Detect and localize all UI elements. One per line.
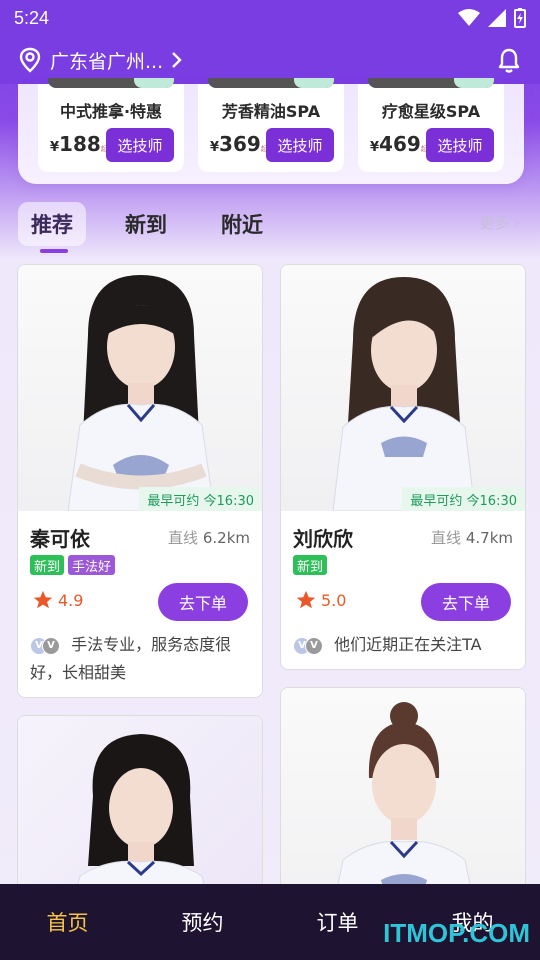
bell-icon[interactable] bbox=[496, 46, 522, 74]
service-item[interactable]: 中式推拿·特惠 ¥188起 选技师 bbox=[38, 78, 184, 172]
distance: 直线 6.2km bbox=[168, 529, 250, 547]
nav-booking[interactable]: 预约 bbox=[135, 907, 270, 937]
tab-nearby[interactable]: 附近 bbox=[208, 202, 276, 246]
service-price: ¥469起 bbox=[370, 132, 428, 156]
header: 广东省广州... bbox=[0, 36, 540, 84]
more-label: 更多 bbox=[479, 214, 510, 232]
location-selector[interactable]: 广东省广州... bbox=[18, 47, 183, 74]
more-link[interactable]: 更多 › bbox=[479, 212, 520, 233]
service-item[interactable]: 疗愈星级SPA ¥469起 选技师 bbox=[358, 78, 504, 172]
therapist-card[interactable]: 最早可约 今16:30 秦可依 直线 6.2km 新到 手法好 4.9 去下单 … bbox=[17, 264, 263, 698]
reviewer-avatars: VV bbox=[293, 636, 323, 655]
star-icon bbox=[296, 590, 316, 609]
review-snippet: VV 他们近期正在关注TA bbox=[293, 631, 515, 659]
order-button[interactable]: 去下单 bbox=[158, 583, 248, 621]
status-time: 5:24 bbox=[14, 7, 50, 28]
therapist-name: 刘欣欣 bbox=[293, 527, 353, 551]
star-icon bbox=[33, 590, 53, 609]
service-name: 中式推拿·特惠 bbox=[59, 102, 163, 121]
service-name: 芳香精油SPA bbox=[221, 102, 321, 121]
earliest-available-badge: 最早可约 今16:30 bbox=[402, 487, 525, 511]
tag-new: 新到 bbox=[293, 555, 328, 575]
choose-therapist-button[interactable]: 选技师 bbox=[106, 128, 174, 162]
tags: 新到 手法好 bbox=[30, 555, 116, 575]
nav-home[interactable]: 首页 bbox=[0, 907, 135, 937]
wifi-icon bbox=[458, 9, 480, 26]
review-snippet: VV 手法专业，服务态度很好，长相甜美 bbox=[30, 635, 232, 682]
therapist-photo: 最早可约 今16:30 bbox=[18, 265, 262, 511]
therapist-name: 秦可依 bbox=[30, 527, 90, 551]
chevron-right-icon bbox=[172, 52, 182, 68]
service-header-strip bbox=[368, 78, 494, 88]
status-icons bbox=[458, 8, 526, 28]
earliest-available-badge: 最早可约 今16:30 bbox=[139, 487, 262, 511]
portrait-illustration bbox=[332, 277, 476, 511]
service-price: ¥369起 bbox=[210, 132, 268, 156]
portrait-illustration bbox=[67, 275, 215, 511]
therapist-card[interactable]: 最早可约 今16:30 刘欣欣 直线 4.7km 新到 5.0 去下单 VV 他… bbox=[280, 264, 526, 670]
therapist-photo: 最早可约 今16:30 bbox=[281, 265, 525, 511]
choose-therapist-button[interactable]: 选技师 bbox=[266, 128, 334, 162]
therapist-photo bbox=[281, 688, 525, 916]
reviewer-avatars: VV bbox=[30, 636, 60, 655]
distance: 直线 4.7km bbox=[431, 529, 513, 547]
status-bar: 5:24 bbox=[0, 0, 540, 36]
watermark: ITMOP.COM bbox=[383, 918, 530, 948]
tag-skill: 手法好 bbox=[68, 555, 116, 575]
rating: 5.0 bbox=[295, 589, 346, 611]
order-button[interactable]: 去下单 bbox=[421, 583, 511, 621]
location-pin-icon bbox=[19, 47, 41, 73]
tag-new: 新到 bbox=[30, 555, 65, 575]
category-tabs: 推荐 新到 附近 更多 › bbox=[18, 202, 524, 258]
chevron-right-icon: › bbox=[514, 214, 520, 232]
therapist-card[interactable] bbox=[280, 687, 526, 917]
rating: 4.9 bbox=[32, 589, 83, 611]
service-item[interactable]: 芳香精油SPA ¥369起 选技师 bbox=[198, 78, 344, 172]
service-header-strip bbox=[48, 78, 174, 88]
vip-avatar-icon: V bbox=[305, 636, 323, 655]
service-header-strip bbox=[208, 78, 334, 88]
battery-icon bbox=[514, 8, 526, 28]
service-name: 疗愈星级SPA bbox=[381, 102, 481, 121]
location-text: 广东省广州... bbox=[50, 50, 164, 73]
tab-recommend[interactable]: 推荐 bbox=[18, 202, 86, 246]
signal-icon bbox=[488, 9, 506, 27]
choose-therapist-button[interactable]: 选技师 bbox=[426, 128, 494, 162]
tab-new[interactable]: 新到 bbox=[112, 202, 180, 246]
tab-indicator bbox=[40, 249, 68, 253]
vip-avatar-icon: V bbox=[42, 636, 60, 655]
service-strip: 中式推拿·特惠 ¥188起 选技师 芳香精油SPA ¥369起 选技师 疗愈星级… bbox=[18, 78, 524, 184]
tags: 新到 bbox=[293, 555, 328, 575]
service-price: ¥188起 bbox=[50, 132, 108, 156]
portrait-illustration bbox=[330, 702, 478, 916]
